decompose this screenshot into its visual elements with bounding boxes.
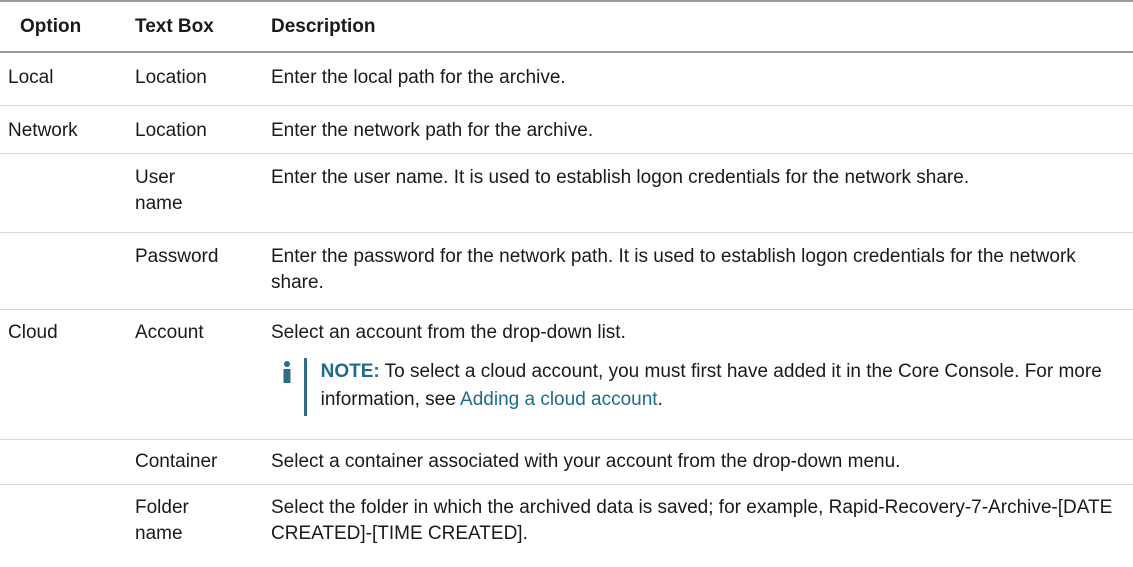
header-option: Option: [20, 15, 82, 37]
option-cell: [0, 495, 135, 563]
table-header: Option Text Box Description: [0, 2, 1133, 53]
textbox-line: name: [135, 523, 183, 544]
table-row: Network Location Enter the network path …: [0, 106, 1133, 154]
note-text: NOTE: To select a cloud account, you mus…: [303, 358, 1121, 416]
note-label: NOTE:: [320, 361, 380, 382]
description-cell: Enter the user name. It is used to estab…: [271, 167, 970, 188]
options-table: Option Text Box Description Local Locati…: [0, 0, 1133, 563]
textbox-cell: Location: [135, 120, 207, 141]
textbox-line: User: [135, 167, 176, 188]
option-cell: Cloud: [8, 322, 58, 343]
table-row: Local Location Enter the local path for …: [0, 53, 1133, 106]
table-row: User name Enter the user name. It is use…: [0, 154, 1133, 233]
option-cell: Network: [8, 120, 78, 141]
textbox-cell: Account: [135, 322, 204, 343]
table-row: Folder name Select the folder in which t…: [0, 485, 1133, 563]
description-cell: Enter the password for the network path.…: [271, 246, 1076, 293]
note-body: To select a cloud account, you must firs…: [320, 361, 1102, 410]
description-cell: Enter the network path for the archive.: [271, 120, 594, 141]
adding-cloud-account-link[interactable]: Adding a cloud account: [460, 389, 658, 410]
textbox-line: Folder: [135, 497, 189, 518]
table-row: Container Select a container associated …: [0, 440, 1133, 485]
description-cell: Select the folder in which the archived …: [271, 497, 1113, 544]
option-cell: [0, 165, 135, 232]
description-cell: Select a container associated with your …: [271, 451, 901, 472]
description-text: Select an account from the drop-down lis…: [271, 322, 626, 343]
note-callout: NOTE: To select a cloud account, you mus…: [271, 358, 1121, 416]
note-end: .: [657, 389, 663, 410]
option-cell: [0, 244, 135, 309]
table-row: Password Enter the password for the netw…: [0, 233, 1133, 310]
description-cell: Enter the local path for the archive.: [271, 67, 566, 88]
textbox-cell: User name: [135, 165, 271, 232]
header-description: Description: [271, 15, 376, 37]
info-icon: [271, 358, 304, 384]
option-cell: [0, 449, 135, 484]
header-text-box: Text Box: [135, 15, 214, 37]
option-cell: Local: [8, 67, 54, 88]
description-cell: Select an account from the drop-down lis…: [271, 320, 1133, 439]
textbox-cell: Location: [135, 67, 207, 88]
textbox-cell: Password: [135, 246, 219, 267]
textbox-cell: Container: [135, 451, 218, 472]
table-row: Cloud Account Select an account from the…: [0, 310, 1133, 440]
textbox-cell: Folder name: [135, 495, 271, 563]
textbox-line: name: [135, 193, 183, 214]
